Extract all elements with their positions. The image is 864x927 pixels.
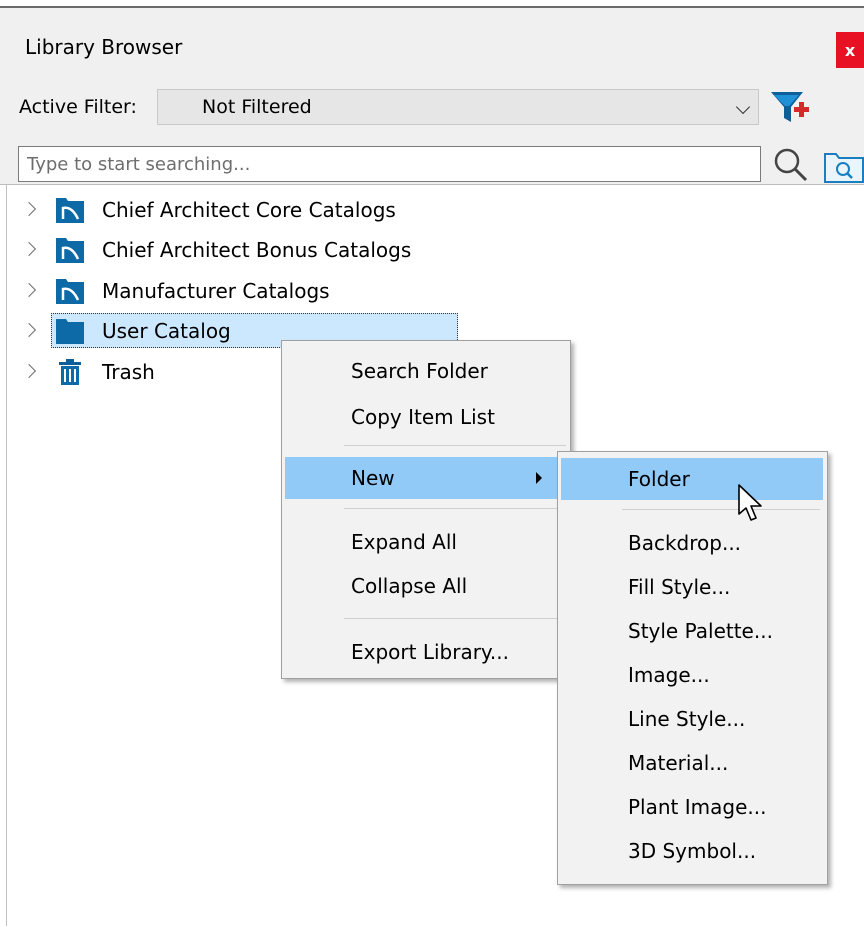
- chevron-down-icon: [735, 99, 751, 115]
- active-filter-dropdown[interactable]: Not Filtered: [157, 89, 759, 125]
- folder-search-icon[interactable]: [823, 148, 864, 184]
- menu-item-label: Fill Style...: [628, 575, 731, 599]
- menu-item-label: New: [351, 466, 395, 490]
- menu-item-new[interactable]: New: [285, 457, 567, 499]
- search-input[interactable]: [18, 146, 761, 182]
- search-icon[interactable]: [771, 145, 811, 185]
- submenu-item-style-palette[interactable]: Style Palette...: [561, 610, 823, 652]
- trash-icon: [59, 359, 81, 385]
- menu-item-label: Export Library...: [351, 640, 509, 664]
- title-bar: Library Browser x Active Filter: Not Fil…: [0, 8, 864, 184]
- catalog-folder-icon: [56, 279, 84, 304]
- menu-item-label: Material...: [628, 751, 729, 775]
- submenu-item-image[interactable]: Image...: [561, 654, 823, 696]
- tree-item-label: Chief Architect Bonus Catalogs: [102, 238, 412, 262]
- menu-item-label: 3D Symbol...: [628, 839, 757, 863]
- menu-item-label: Copy Item List: [351, 405, 495, 429]
- tree-item-label: Chief Architect Core Catalogs: [102, 198, 396, 222]
- tree-item-label: Trash: [102, 360, 155, 384]
- menu-item-label: Backdrop...: [628, 531, 742, 555]
- tree-item-label: User Catalog: [102, 319, 231, 343]
- menu-item-collapse-all[interactable]: Collapse All: [285, 565, 567, 607]
- folder-icon: [56, 319, 84, 344]
- submenu-item-plant-image[interactable]: Plant Image...: [561, 786, 823, 828]
- menu-item-expand-all[interactable]: Expand All: [285, 521, 567, 563]
- menu-separator: [344, 618, 566, 619]
- catalog-folder-icon: [56, 238, 84, 263]
- menu-item-search-folder[interactable]: Search Folder: [285, 350, 567, 392]
- submenu-item-folder[interactable]: Folder: [561, 458, 823, 500]
- submenu-item-line-style[interactable]: Line Style...: [561, 698, 823, 740]
- menu-item-label: Plant Image...: [628, 795, 767, 819]
- new-submenu: Folder Backdrop... Fill Style... Style P…: [557, 451, 828, 885]
- menu-separator: [622, 509, 820, 510]
- catalog-folder-icon: [56, 198, 84, 223]
- submenu-item-3d-symbol[interactable]: 3D Symbol...: [561, 830, 823, 872]
- menu-item-label: Folder: [628, 467, 690, 491]
- submenu-item-material[interactable]: Material...: [561, 742, 823, 784]
- menu-item-label: Search Folder: [351, 359, 488, 383]
- close-button[interactable]: x: [836, 32, 864, 68]
- menu-item-label: Line Style...: [628, 707, 746, 731]
- tree-item-label: Manufacturer Catalogs: [102, 279, 330, 303]
- mouse-pointer-icon: [738, 484, 762, 521]
- menu-item-label: Style Palette...: [628, 619, 773, 643]
- context-menu: Search Folder Copy Item List New Expand …: [281, 340, 571, 679]
- submenu-item-backdrop[interactable]: Backdrop...: [561, 522, 823, 564]
- menu-item-label: Collapse All: [351, 574, 468, 598]
- menu-item-copy-item-list[interactable]: Copy Item List: [285, 396, 567, 438]
- menu-item-export-library[interactable]: Export Library...: [285, 631, 567, 673]
- left-border: [6, 184, 7, 926]
- active-filter-label: Active Filter:: [19, 96, 137, 118]
- submenu-arrow-icon: [536, 472, 542, 484]
- library-browser-panel: Library Browser x Active Filter: Not Fil…: [0, 0, 864, 927]
- active-filter-value: Not Filtered: [202, 96, 312, 118]
- menu-separator: [344, 445, 566, 446]
- menu-item-label: Image...: [628, 663, 710, 687]
- panel-title: Library Browser: [25, 35, 183, 59]
- menu-item-label: Expand All: [351, 530, 457, 554]
- menu-separator: [344, 508, 566, 509]
- submenu-item-fill-style[interactable]: Fill Style...: [561, 566, 823, 608]
- add-filter-icon[interactable]: [768, 86, 812, 128]
